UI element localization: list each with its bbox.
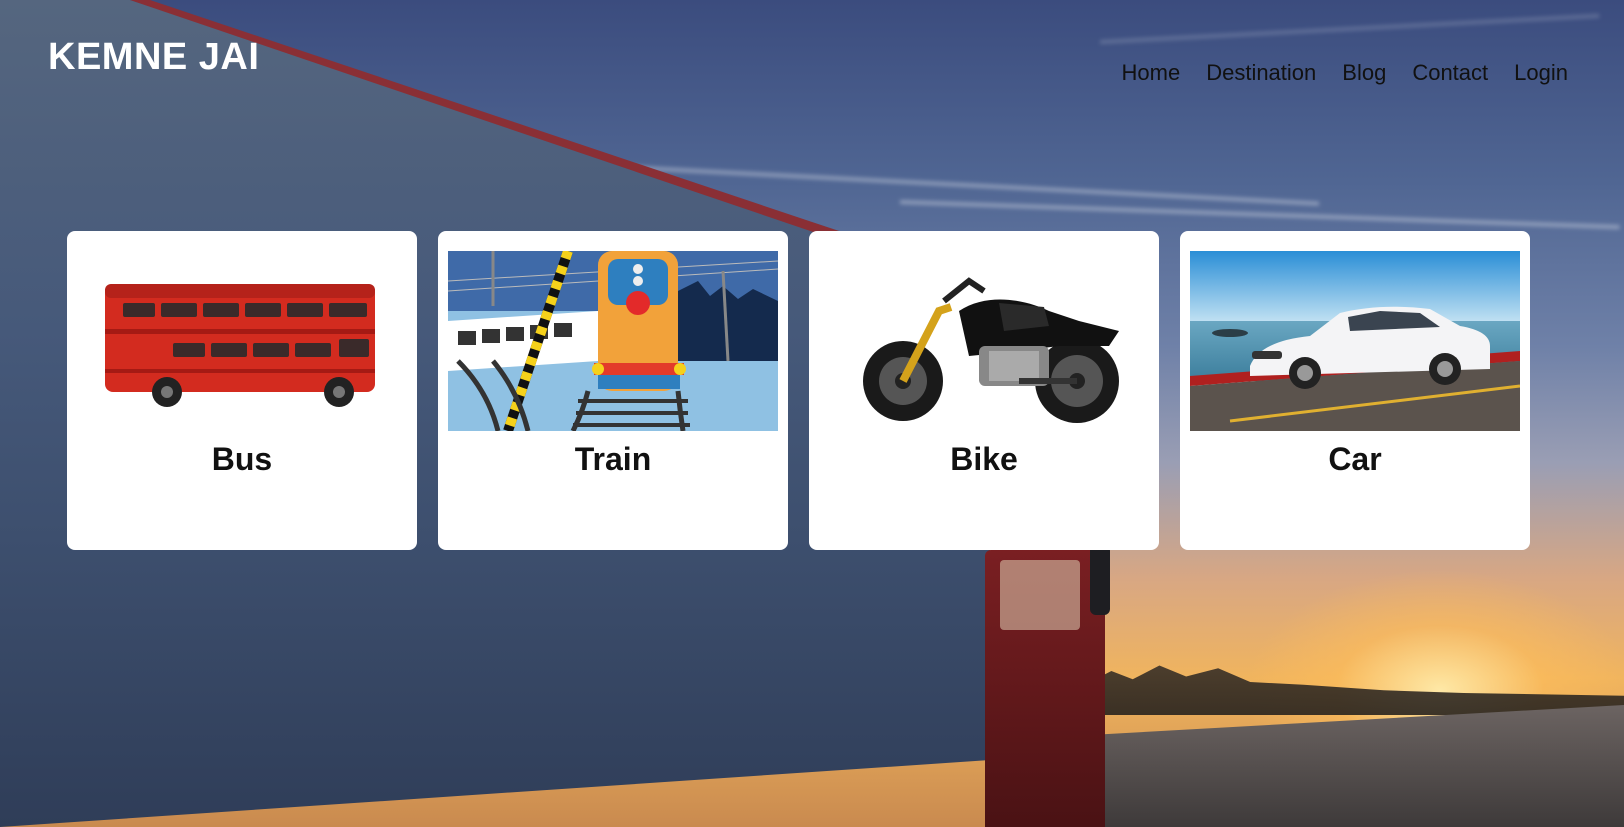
card-title: Train [574, 441, 652, 477]
highway-road [1090, 705, 1624, 827]
truck-mirror [1090, 545, 1110, 615]
cab-window [1000, 560, 1080, 630]
card-bike[interactable]: Bike [809, 231, 1159, 550]
card-bus[interactable]: Bus [67, 231, 417, 550]
card-title: Car [1328, 441, 1382, 477]
site-logo[interactable]: KEMNE JAI [48, 36, 259, 79]
card-car[interactable]: Car [1180, 231, 1530, 550]
white-sedan-image [1190, 251, 1520, 431]
locomotive-image [448, 251, 778, 431]
card-title: Bike [950, 441, 1018, 477]
card-train[interactable]: Train [438, 231, 788, 550]
nav-contact-link[interactable]: Contact [1412, 60, 1488, 86]
nav-destination-link[interactable]: Destination [1206, 60, 1316, 86]
double-decker-bus-image [77, 251, 407, 431]
motorcycle-image [819, 251, 1149, 431]
site-header: KEMNE JAI Home Destination Blog Contact … [0, 0, 1624, 120]
card-title: Bus [211, 441, 273, 477]
nav-login-link[interactable]: Login [1514, 60, 1568, 86]
tree-line [1090, 665, 1624, 715]
nav-blog-link[interactable]: Blog [1342, 60, 1386, 86]
nav-home-link[interactable]: Home [1122, 60, 1181, 86]
main-nav: Home Destination Blog Contact Login [1122, 60, 1568, 86]
transport-cards: Bus Train Bike Car [67, 231, 1530, 550]
